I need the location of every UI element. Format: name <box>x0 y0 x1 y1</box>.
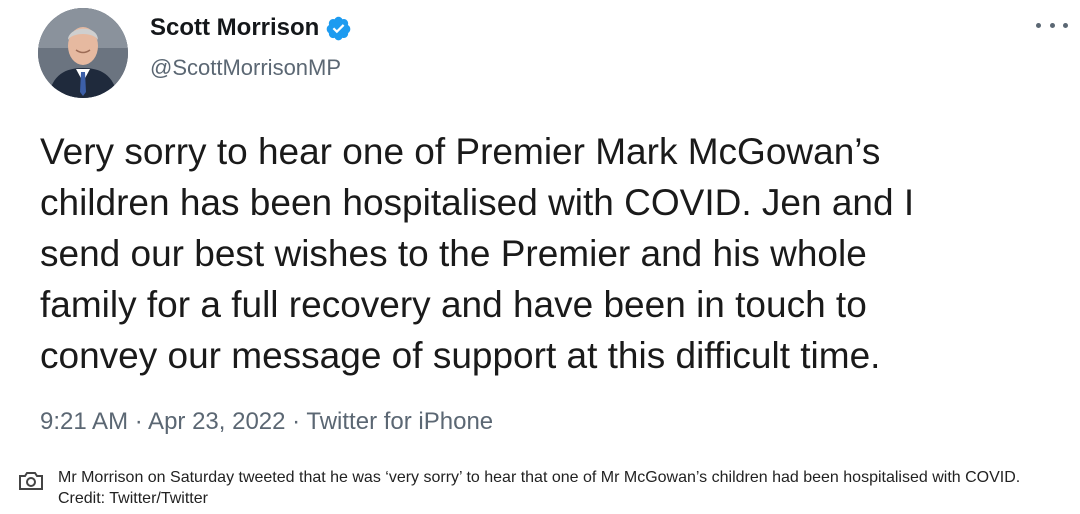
more-dot <box>1036 22 1041 28</box>
more-dot <box>1063 22 1068 28</box>
more-options-icon[interactable] <box>1036 15 1068 35</box>
camera-icon <box>18 472 44 490</box>
author-handle[interactable]: @ScottMorrisonMP <box>150 55 341 81</box>
verified-badge-icon <box>325 15 352 42</box>
tweet-card: Scott Morrison @ScottMorrisonMP Very sor… <box>0 0 1080 458</box>
tweet-text: Very sorry to hear one of Premier Mark M… <box>40 131 915 376</box>
author-name[interactable]: Scott Morrison <box>150 14 319 42</box>
avatar-image <box>38 8 128 98</box>
more-dot <box>1049 22 1055 28</box>
author-row: Scott Morrison <box>150 14 352 42</box>
caption-text: Mr Morrison on Saturday tweeted that he … <box>58 469 1021 507</box>
avatar[interactable] <box>38 8 128 98</box>
tweet-meta[interactable]: 9:21 AM · Apr 23, 2022 · Twitter for iPh… <box>40 408 493 436</box>
